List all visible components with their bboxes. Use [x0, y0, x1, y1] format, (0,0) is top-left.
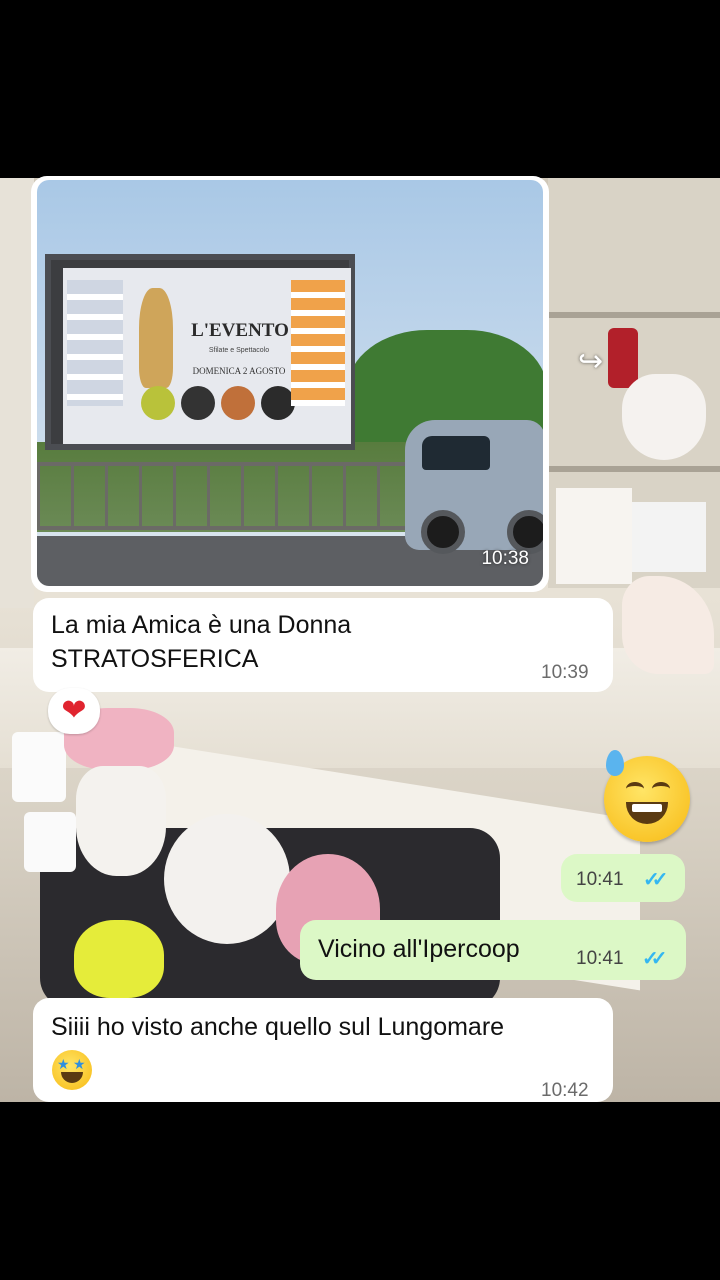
outgoing-message-bubble[interactable]: Vicino all'Ipercoop 10:41 ✓✓ [300, 920, 686, 980]
heart-icon: ❤ [61, 694, 87, 727]
message-time: 10:41 [576, 869, 624, 890]
grinning-sweat-face-icon[interactable] [604, 750, 690, 842]
image-message[interactable]: L'EVENTO Sfilate e Spettacolo DOMENICA 2… [31, 176, 549, 592]
reaction-badge[interactable]: ❤ [48, 688, 100, 734]
wallpaper-vase [76, 766, 166, 876]
message-text: Vicino all'Ipercoop [318, 935, 520, 963]
billboard: L'EVENTO Sfilate e Spettacolo DOMENICA 2… [45, 254, 355, 450]
incoming-message-bubble[interactable]: Siiii ho visto anche quello sul Lungomar… [33, 998, 613, 1102]
message-text-line: La mia Amica è una Donna [51, 611, 352, 639]
billboard-sponsors-right [291, 280, 345, 406]
wallpaper-mug [12, 732, 66, 802]
billboard-poster: L'EVENTO Sfilate e Spettacolo DOMENICA 2… [63, 268, 351, 444]
read-ticks-icon: ✓✓ [643, 869, 668, 891]
billboard-date: DOMENICA 2 AGOSTO [192, 366, 286, 376]
billboard-title: L'EVENTO [191, 320, 289, 341]
wallpaper-mug [24, 812, 76, 872]
wallpaper-owl [74, 920, 164, 998]
billboard-subtitle: Sfilate e Spettacolo [208, 347, 270, 354]
sticker-eye [652, 782, 670, 796]
wallpaper-shoe [622, 576, 714, 674]
wallpaper-shelf-line [548, 312, 720, 318]
wallpaper-shelf-line [548, 466, 720, 472]
message-text: Siiii ho visto anche quello sul Lungomar… [51, 1013, 505, 1041]
sticker-eye [626, 782, 644, 796]
message-time: 10:38 [481, 548, 529, 569]
sticker-mouth [626, 802, 668, 824]
wallpaper-heart-frame [622, 374, 706, 460]
billboard-portrait [181, 386, 215, 420]
read-ticks-icon: ✓✓ [642, 948, 667, 970]
photo-car-wheel [421, 510, 465, 554]
wallpaper-shelf-left [0, 178, 34, 608]
star-struck-face-icon: ★ ★ [52, 1050, 92, 1090]
billboard-figure [139, 288, 173, 388]
wallpaper-card [556, 488, 632, 584]
wallpaper-plaque [164, 814, 290, 944]
outgoing-time-bubble[interactable]: 10:41 ✓✓ [561, 854, 685, 902]
wallpaper-gift-box [632, 502, 706, 572]
message-time: 10:39 [541, 662, 589, 683]
billboard-portrait [261, 386, 295, 420]
star-eye: ★ [73, 1056, 86, 1072]
photo-car-window [422, 436, 490, 470]
forward-icon[interactable]: ↪ [578, 344, 603, 379]
emoji-mouth [61, 1072, 83, 1083]
message-time: 10:42 [541, 1080, 589, 1101]
message-text-line: STRATOSFERICA [51, 645, 259, 673]
billboard-sponsors-left [67, 280, 123, 406]
incoming-message-bubble[interactable]: La mia Amica è una Donna STRATOSFERICA 1… [33, 598, 613, 692]
star-eye: ★ [57, 1056, 70, 1072]
message-time: 10:41 [576, 948, 624, 969]
billboard-portrait [141, 386, 175, 420]
photo-fence [37, 462, 417, 530]
billboard-portrait [221, 386, 255, 420]
billboard-photo[interactable]: L'EVENTO Sfilate e Spettacolo DOMENICA 2… [37, 180, 543, 586]
sweat-drop [606, 750, 624, 776]
wallpaper-red-item [608, 328, 638, 388]
